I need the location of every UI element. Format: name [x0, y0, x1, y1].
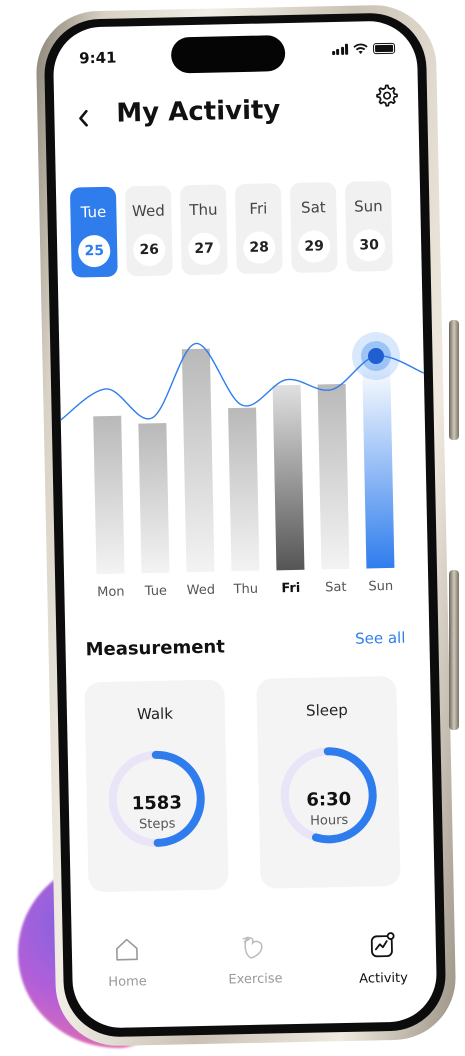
status-icons — [331, 42, 396, 56]
gear-icon — [376, 84, 398, 107]
x-tick-tue: Tue — [144, 584, 168, 599]
x-tick-fri: Fri — [281, 581, 300, 596]
day-name: Sat — [300, 198, 326, 217]
tab-activity-label: Activity — [359, 970, 409, 987]
day-name: Fri — [249, 199, 268, 218]
measurement-title: Measurement — [85, 636, 226, 661]
tab-exercise[interactable]: Exercise — [210, 933, 301, 988]
day-sun[interactable]: Sun 30 — [344, 180, 393, 272]
tab-home[interactable]: Home — [82, 936, 173, 991]
day-tue[interactable]: Tue 25 — [69, 186, 118, 278]
bar-thu — [228, 407, 260, 572]
x-tick-mon: Mon — [97, 585, 125, 601]
tab-exercise-label: Exercise — [228, 971, 283, 988]
settings-button[interactable] — [374, 83, 399, 111]
signal-icon — [331, 43, 349, 56]
day-name: Tue — [80, 202, 107, 222]
wifi-icon — [353, 43, 368, 54]
day-name: Wed — [131, 201, 165, 221]
sleep-label: Sleep — [305, 700, 348, 720]
day-selector: Tue 25 Wed 26 Thu 27 Fri 28 Sat 29 Sun 30 — [69, 180, 393, 278]
sleep-card[interactable]: Sleep 6:30 Hours — [256, 675, 401, 889]
day-sat[interactable]: Sat 29 — [289, 182, 338, 273]
day-thu[interactable]: Thu 27 — [179, 184, 228, 276]
day-date: 26 — [132, 233, 166, 267]
bar-tue — [138, 423, 170, 574]
walk-label: Walk — [136, 704, 174, 724]
day-name: Thu — [189, 200, 218, 220]
status-time: 9:41 — [79, 48, 117, 68]
day-date: 25 — [77, 234, 111, 268]
x-tick-thu: Thu — [232, 582, 258, 598]
page-title: My Activity — [116, 95, 281, 129]
sleep-value: 6:30 — [306, 788, 352, 811]
dynamic-island — [170, 35, 286, 74]
app-screen: 9:41 My Activity Tue 25 Wed 26 Thu 27 Fri 28 Sat… — [52, 20, 438, 1029]
x-tick-sun: Sun — [368, 579, 393, 595]
day-date: 30 — [352, 229, 386, 262]
activity-chart: Mon Tue Wed Thu Fri Sat Sun — [60, 332, 425, 601]
sleep-unit: Hours — [310, 812, 349, 829]
bar-fri — [272, 384, 305, 571]
day-date: 27 — [187, 232, 221, 266]
day-date: 28 — [242, 231, 276, 264]
battery-icon — [372, 42, 396, 55]
volume-button — [449, 320, 459, 440]
bar-sun — [362, 363, 395, 569]
day-name: Sun — [353, 197, 383, 216]
tab-bar: Home Exercise Activity — [71, 920, 437, 1018]
exercise-icon — [242, 936, 263, 959]
tab-activity[interactable]: Activity — [338, 930, 429, 987]
x-tick-sat: Sat — [325, 580, 347, 595]
see-all-link[interactable]: See all — [355, 629, 406, 648]
bar-wed — [181, 348, 215, 573]
back-button[interactable] — [76, 105, 91, 135]
walk-value: 1583 — [131, 792, 183, 815]
chevron-left-icon — [79, 109, 88, 127]
bar-mon — [93, 415, 125, 575]
day-date: 29 — [297, 230, 331, 263]
bar-sat — [317, 383, 350, 570]
x-tick-wed: Wed — [187, 583, 216, 599]
tab-home-label: Home — [108, 974, 147, 990]
activity-icon — [370, 932, 395, 958]
day-fri[interactable]: Fri 28 — [234, 183, 283, 275]
power-button — [449, 570, 459, 730]
day-wed[interactable]: Wed 26 — [124, 185, 173, 277]
walk-card[interactable]: Walk 1583 Steps — [84, 679, 229, 893]
home-icon — [116, 938, 138, 961]
walk-unit: Steps — [138, 816, 176, 833]
